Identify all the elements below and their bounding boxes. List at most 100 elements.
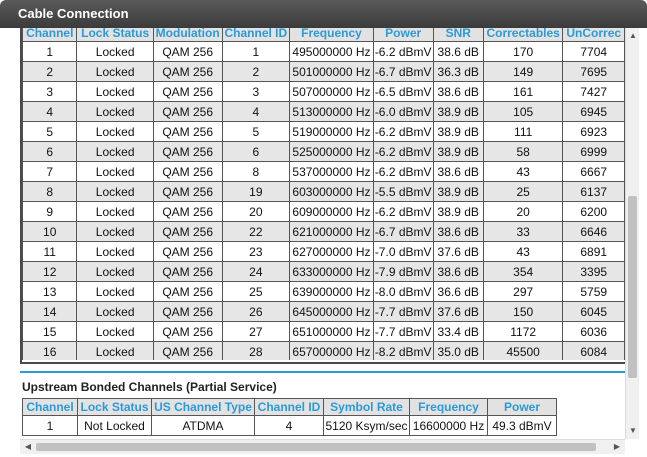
downstream-table: Channel Lock Status Modulation Channel ID Fr… — [21, 28, 625, 360]
downstream-column-header: Power — [372, 28, 434, 42]
downstream-table-cell: QAM 256 — [152, 161, 223, 182]
upstream-table-cell: 49.3 dBmV — [487, 415, 557, 436]
downstream-table-cell: 36.3 dB — [432, 61, 484, 82]
downstream-table-cell: 170 — [482, 41, 564, 62]
downstream-table-cell: 525000000 Hz — [289, 141, 374, 162]
upstream-table-cell: 5120 Ksym/sec — [323, 415, 410, 436]
downstream-table-row: 9 Locked QAM 256 20 609000000 Hz -6.2 dBmV 38.… — [21, 201, 625, 222]
downstream-table-cell: 4 — [21, 101, 78, 122]
downstream-table-cell: 23 — [221, 241, 291, 262]
downstream-table-cell: QAM 256 — [152, 221, 223, 242]
downstream-table-cell: 38.6 dB — [432, 261, 484, 282]
upstream-body: 1 Not Locked ATDMA 4 5120 Ksym/sec 16600000 H… — [22, 415, 557, 436]
downstream-table-cell: 3 — [221, 81, 291, 102]
downstream-table-cell: 639000000 Hz — [289, 281, 374, 302]
downstream-table-cell: 501000000 Hz — [289, 61, 374, 82]
vertical-scrollbar[interactable]: ▲ ▼ — [625, 28, 640, 439]
downstream-table-cell: 6045 — [562, 301, 625, 322]
downstream-table-cell: -6.2 dBmV — [372, 201, 434, 222]
downstream-table-cell: 150 — [482, 301, 564, 322]
downstream-table-cell: 25 — [482, 181, 564, 202]
downstream-table-cell: Locked — [76, 281, 154, 302]
downstream-table-cell: 36.6 dB — [432, 281, 484, 302]
downstream-table-cell: 2 — [21, 61, 78, 82]
downstream-table-cell: 495000000 Hz — [289, 41, 374, 62]
downstream-table-cell: 58 — [482, 141, 564, 162]
downstream-table-cell: 354 — [482, 261, 564, 282]
downstream-table-cell: -6.2 dBmV — [372, 121, 434, 142]
downstream-table-wrapper: Channel Lock Status Modulation Channel ID Fr… — [20, 28, 625, 360]
downstream-table-cell: QAM 256 — [152, 101, 223, 122]
scroll-down-arrow-icon[interactable]: ▼ — [626, 425, 640, 437]
downstream-table-cell: 161 — [482, 81, 564, 102]
downstream-table-cell: 6891 — [562, 241, 625, 262]
downstream-table-cell: -8.2 dBmV — [372, 341, 434, 360]
content-pane: Channel Lock Status Modulation Channel ID Fr… — [0, 28, 625, 439]
downstream-table-cell: 5759 — [562, 281, 625, 302]
downstream-table-cell: 43 — [482, 241, 564, 262]
downstream-table-cell: 37.6 dB — [432, 241, 484, 262]
downstream-table-row: 8 Locked QAM 256 19 603000000 Hz -5.5 dBmV 38.… — [21, 181, 625, 202]
downstream-table-cell: QAM 256 — [152, 181, 223, 202]
downstream-table-cell: 6945 — [562, 101, 625, 122]
scroll-left-arrow-icon[interactable]: ◀ — [22, 440, 34, 454]
downstream-table-cell: 33.4 dB — [432, 321, 484, 342]
downstream-body: 1 Locked QAM 256 1 495000000 Hz -6.2 dBmV 38.6… — [21, 41, 625, 360]
downstream-table-cell: 38.6 dB — [432, 81, 484, 102]
downstream-table-cell: QAM 256 — [152, 41, 223, 62]
downstream-column-header: Channel — [21, 28, 78, 42]
downstream-table-cell: 6036 — [562, 321, 625, 342]
downstream-table-cell: 11 — [21, 241, 78, 262]
downstream-table-cell: QAM 256 — [152, 261, 223, 282]
upstream-table-cell: 4 — [254, 415, 324, 436]
upstream-table-cell: 16600000 Hz — [409, 415, 488, 436]
downstream-table-cell: Locked — [76, 121, 154, 142]
downstream-table-cell: Locked — [76, 261, 154, 282]
upstream-header-row: Channel Lock Status US Channel Type Channel… — [22, 398, 557, 416]
downstream-table-row: 12 Locked QAM 256 24 633000000 Hz -7.9 dBmV 38… — [21, 261, 625, 282]
downstream-table-row: 10 Locked QAM 256 22 621000000 Hz -6.7 dBmV 38… — [21, 221, 625, 242]
window-title: Cable Connection — [18, 6, 129, 21]
scroll-right-arrow-icon[interactable]: ▶ — [611, 440, 623, 454]
downstream-table-cell: 111 — [482, 121, 564, 142]
downstream-table-cell: 5 — [21, 121, 78, 142]
downstream-table-cell: 6923 — [562, 121, 625, 142]
upstream-table-row: 1 Not Locked ATDMA 4 5120 Ksym/sec 16600000 H… — [22, 415, 557, 436]
downstream-table-cell: 7704 — [562, 41, 625, 62]
downstream-table-cell: 7427 — [562, 81, 625, 102]
downstream-table-cell: -5.5 dBmV — [372, 181, 434, 202]
vertical-scroll-thumb[interactable] — [628, 196, 637, 378]
downstream-table-cell: 26 — [221, 301, 291, 322]
horizontal-scrollbar[interactable]: ◀ ▶ — [20, 439, 625, 454]
downstream-table-cell: 6 — [21, 141, 78, 162]
downstream-table-cell: Locked — [76, 141, 154, 162]
downstream-table-cell: 43 — [482, 161, 564, 182]
downstream-table-row: 6 Locked QAM 256 6 525000000 Hz -6.2 dBmV 38.9… — [21, 141, 625, 162]
downstream-table-cell: -6.2 dBmV — [372, 161, 434, 182]
horizontal-scroll-thumb[interactable] — [36, 443, 596, 451]
downstream-table-cell: 16 — [21, 341, 78, 360]
downstream-table-row: 1 Locked QAM 256 1 495000000 Hz -6.2 dBmV 38.6… — [21, 41, 625, 62]
downstream-table-cell: 38.6 dB — [432, 41, 484, 62]
scroll-up-arrow-icon[interactable]: ▲ — [626, 30, 640, 42]
downstream-box-bottom — [20, 362, 625, 364]
downstream-table-cell: -6.0 dBmV — [372, 101, 434, 122]
upstream-table-cell: ATDMA — [151, 415, 255, 436]
downstream-table-cell: Locked — [76, 41, 154, 62]
downstream-table-cell: Locked — [76, 181, 154, 202]
downstream-table-cell: 8 — [21, 181, 78, 202]
downstream-table-row: 14 Locked QAM 256 26 645000000 Hz -7.7 dBmV 37… — [21, 301, 625, 322]
downstream-table-cell: QAM 256 — [152, 341, 223, 360]
downstream-table-cell: Locked — [76, 321, 154, 342]
downstream-table-cell: -6.7 dBmV — [372, 61, 434, 82]
downstream-table-cell: QAM 256 — [152, 281, 223, 302]
downstream-table-cell: 45500 — [482, 341, 564, 360]
upstream-column-header: US Channel Type — [151, 398, 255, 416]
downstream-table-cell: 38.9 dB — [432, 181, 484, 202]
downstream-column-header: Frequency — [289, 28, 374, 42]
downstream-table-cell: Locked — [76, 301, 154, 322]
downstream-table-cell: 9 — [21, 201, 78, 222]
downstream-table-cell: Locked — [76, 61, 154, 82]
downstream-table-cell: QAM 256 — [152, 141, 223, 162]
downstream-table-row: 4 Locked QAM 256 4 513000000 Hz -6.0 dBmV 38.9… — [21, 101, 625, 122]
